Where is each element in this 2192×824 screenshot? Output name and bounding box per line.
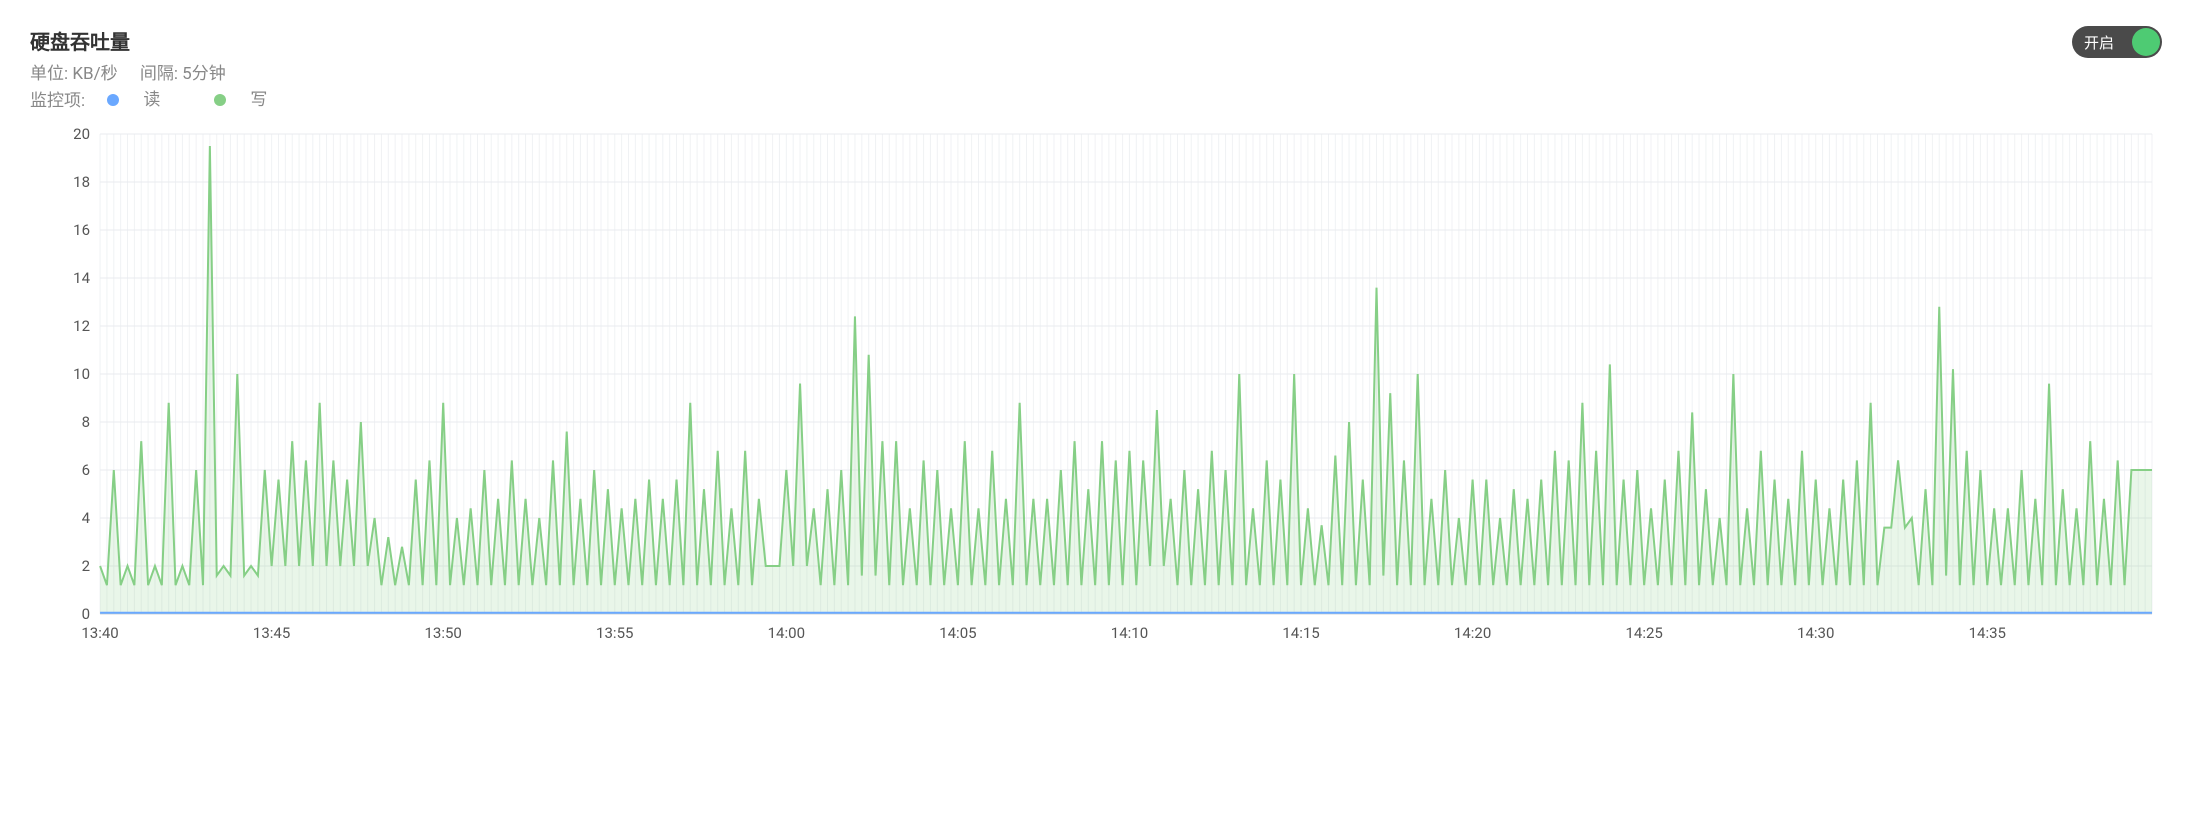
svg-text:2: 2 [82,557,90,575]
chart-area: 0 2 4 6 8 10 12 14 16 18 20 13:40 13:45 13:50 13:55 14… [30,124,2162,658]
disk-throughput-panel: 硬盘吞吐量 单位: KB/秒 间隔: 5分钟 监控项: 读 写 [0,0,2192,708]
svg-text:13:40: 13:40 [81,624,118,642]
svg-text:14:05: 14:05 [939,624,976,642]
legend-read[interactable]: 读 [107,87,178,113]
monitor-label: 监控项: [30,91,85,111]
svg-text:14:30: 14:30 [1797,624,1834,642]
panel-header: 硬盘吞吐量 单位: KB/秒 间隔: 5分钟 监控项: 读 写 [30,26,2162,114]
line-chart: 0 2 4 6 8 10 12 14 16 18 20 13:40 13:45 13:50 13:55 14… [30,124,2162,654]
legend-write[interactable]: 写 [214,87,285,113]
toggle-label: 开启 [2084,32,2114,53]
toggle-knob-icon [2132,28,2160,56]
legend: 读 写 [107,87,303,113]
series-write-area [100,146,2152,614]
unit-label: 单位: KB/秒 [30,64,118,84]
meta-line-1: 单位: KB/秒 间隔: 5分钟 [30,61,321,87]
svg-text:14: 14 [73,269,90,287]
svg-text:10: 10 [73,365,90,383]
svg-text:14:00: 14:00 [768,624,805,642]
svg-text:8: 8 [82,413,90,431]
svg-text:4: 4 [82,509,91,527]
svg-text:14:20: 14:20 [1454,624,1491,642]
svg-text:6: 6 [82,461,90,479]
svg-text:14:10: 14:10 [1111,624,1148,642]
panel-meta: 硬盘吞吐量 单位: KB/秒 间隔: 5分钟 监控项: 读 写 [30,26,321,114]
svg-text:13:50: 13:50 [425,624,462,642]
svg-text:0: 0 [82,605,90,623]
legend-write-dot-icon [214,94,226,106]
svg-text:14:15: 14:15 [1282,624,1319,642]
meta-line-2: 监控项: 读 写 [30,87,321,114]
legend-write-label: 写 [250,87,267,113]
svg-text:18: 18 [73,173,90,191]
interval-label: 间隔: 5分钟 [140,64,226,84]
svg-text:14:25: 14:25 [1625,624,1662,642]
svg-text:13:45: 13:45 [253,624,290,642]
legend-read-label: 读 [143,87,160,113]
toggle-switch[interactable]: 开启 [2072,26,2162,58]
legend-read-dot-icon [107,94,119,106]
svg-text:13:55: 13:55 [596,624,633,642]
svg-text:20: 20 [73,125,90,143]
svg-text:16: 16 [73,221,90,239]
svg-text:14:35: 14:35 [1969,624,2006,642]
panel-title: 硬盘吞吐量 [30,26,321,55]
svg-text:12: 12 [73,317,90,335]
